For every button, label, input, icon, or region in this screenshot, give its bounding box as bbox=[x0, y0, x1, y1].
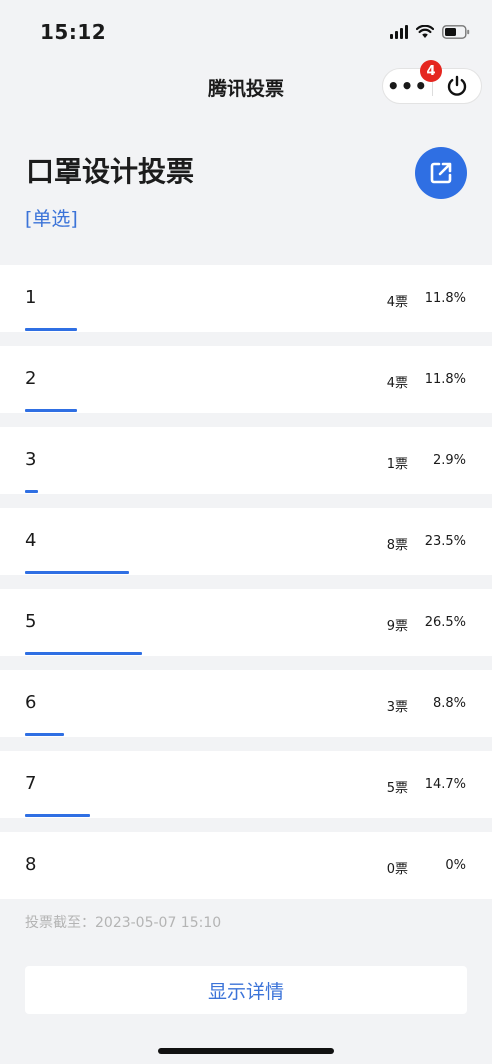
option-label: 6 bbox=[25, 692, 37, 713]
option-label: 5 bbox=[25, 611, 37, 632]
option-vote-count: 4票 bbox=[386, 295, 408, 310]
option-percentage: 23.5% bbox=[424, 534, 466, 549]
battery-icon bbox=[442, 25, 470, 39]
options-list: 1 4票 11.8% 2 4票 11.8% 3 1票 2.9% 4 8票 23.5% 5 9票 26.5% 6… bbox=[0, 265, 492, 913]
option-vote-count: 8票 bbox=[386, 538, 408, 553]
option-label: 2 bbox=[25, 368, 37, 389]
option-vote-count: 5票 bbox=[386, 781, 408, 796]
option-label: 3 bbox=[25, 449, 37, 470]
option-row[interactable]: 5 9票 26.5% bbox=[0, 589, 492, 656]
option-label: 4 bbox=[25, 530, 37, 551]
option-percentage: 14.7% bbox=[424, 777, 466, 792]
option-progress-bar bbox=[25, 571, 129, 574]
share-icon bbox=[430, 162, 452, 184]
option-progress-bar bbox=[25, 490, 38, 493]
option-percentage: 26.5% bbox=[424, 615, 466, 630]
option-progress-bar bbox=[25, 409, 77, 412]
option-vote-count: 9票 bbox=[386, 619, 408, 634]
share-button[interactable] bbox=[415, 147, 467, 199]
option-row[interactable]: 2 4票 11.8% bbox=[0, 346, 492, 413]
option-vote-count: 0票 bbox=[386, 862, 408, 877]
option-percentage: 2.9% bbox=[432, 453, 466, 468]
notification-badge: 4 bbox=[420, 60, 442, 82]
option-percentage: 0% bbox=[445, 858, 466, 873]
option-vote-count: 4票 bbox=[386, 376, 408, 391]
signal-icon bbox=[390, 25, 408, 39]
option-progress-bar bbox=[25, 328, 77, 331]
status-bar: 15:12 bbox=[0, 0, 492, 60]
option-percentage: 11.8% bbox=[424, 372, 466, 387]
option-vote-count: 3票 bbox=[386, 700, 408, 715]
option-row[interactable]: 3 1票 2.9% bbox=[0, 427, 492, 494]
option-percentage: 8.8% bbox=[432, 696, 466, 711]
option-progress-bar bbox=[25, 733, 64, 736]
option-progress-bar bbox=[25, 652, 142, 655]
power-icon bbox=[447, 75, 467, 96]
status-icons bbox=[390, 22, 470, 42]
show-details-button[interactable]: 显示详情 bbox=[25, 966, 467, 1014]
vote-deadline: 投票截至：2023-05-07 15:10 bbox=[25, 915, 222, 931]
option-percentage: 11.8% bbox=[424, 291, 466, 306]
option-row[interactable]: 4 8票 23.5% bbox=[0, 508, 492, 575]
option-label: 1 bbox=[25, 287, 37, 308]
wifi-icon bbox=[416, 25, 434, 39]
status-time: 15:12 bbox=[40, 20, 107, 44]
option-row[interactable]: 1 4票 11.8% bbox=[0, 265, 492, 332]
option-row[interactable]: 6 3票 8.8% bbox=[0, 670, 492, 737]
option-row[interactable]: 8 0票 0% bbox=[0, 832, 492, 899]
vote-title: 口罩设计投票 bbox=[26, 155, 195, 188]
option-label: 7 bbox=[25, 773, 37, 794]
home-indicator bbox=[158, 1048, 334, 1054]
nav-bar: 腾讯投票 ••• bbox=[0, 60, 492, 116]
option-label: 8 bbox=[25, 854, 37, 875]
vote-type-label: [单选] bbox=[25, 208, 78, 230]
option-row[interactable]: 7 5票 14.7% bbox=[0, 751, 492, 818]
option-progress-bar bbox=[25, 814, 90, 817]
option-vote-count: 1票 bbox=[386, 457, 408, 472]
